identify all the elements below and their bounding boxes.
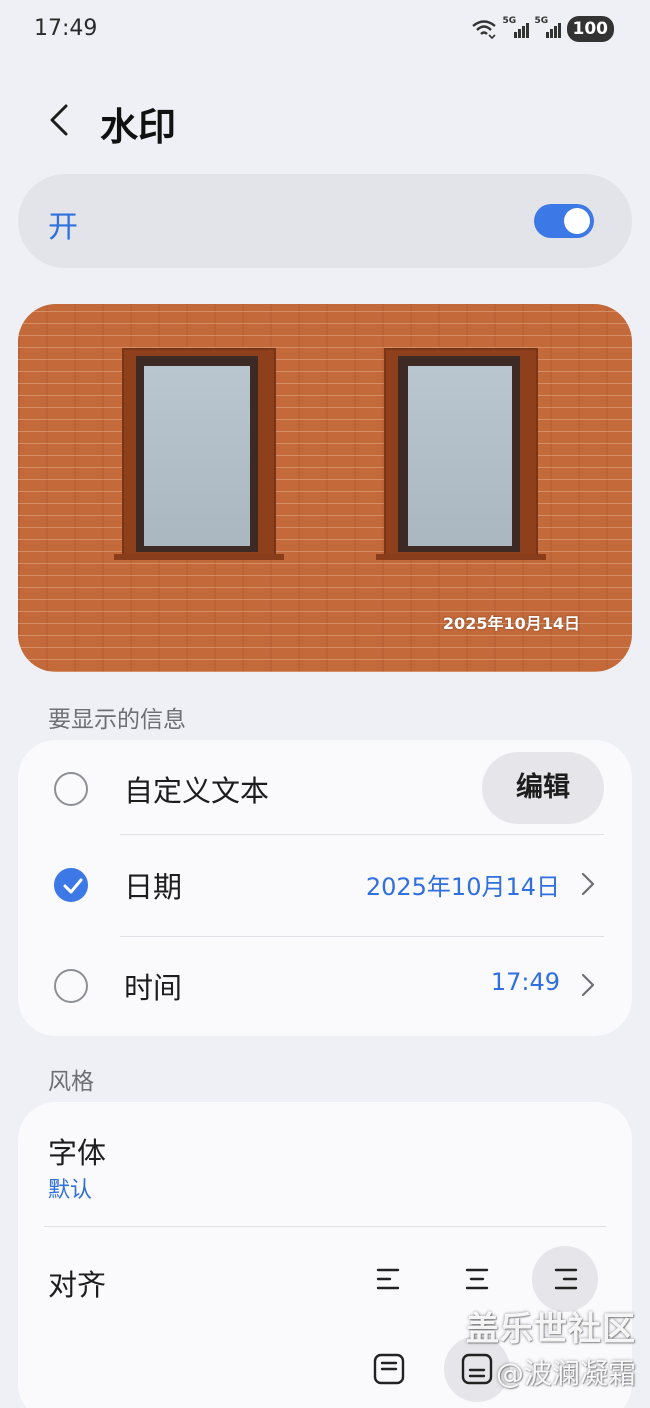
font-value: 默认 (48, 1178, 93, 1203)
window-left-glass (144, 366, 250, 546)
divider (44, 1226, 606, 1227)
style-section-title: 风格 (48, 1069, 94, 1095)
info-row-time[interactable]: 时间 17:49 (18, 937, 632, 1035)
back-button[interactable] (40, 98, 80, 142)
info-row-date[interactable]: 日期 2025年10月14日 (18, 836, 632, 934)
info-card: 自定义文本 编辑 日期 2025年10月14日 时间 17:49 (18, 740, 632, 1036)
chevron-right-icon (581, 973, 595, 997)
time-value: 17:49 (490, 968, 560, 996)
page-title: 水印 (100, 105, 177, 149)
chevron-left-icon (50, 104, 68, 136)
watermark-preview-image: 2025年10月14日 (18, 304, 632, 672)
window-right-sill (376, 554, 546, 560)
status-icons: 5G 5G 100 (471, 16, 614, 42)
author-watermark: @波澜凝霜 (495, 1357, 636, 1390)
right-align-icon (554, 1268, 578, 1290)
status-time: 17:49 (34, 16, 98, 41)
preview-watermark-text: 2025年10月14日 (442, 614, 580, 633)
toggle-label: 开 (48, 210, 78, 245)
info-row-custom-text[interactable]: 自定义文本 编辑 (18, 740, 632, 838)
center-align-icon (465, 1268, 489, 1290)
battery-indicator: 100 (566, 16, 614, 42)
signal-icon-2: 5G (535, 16, 561, 40)
date-value: 2025年10月14日 (365, 873, 560, 901)
toggle-knob (564, 208, 590, 234)
left-align-icon (376, 1268, 400, 1290)
header: 水印 (0, 90, 650, 150)
row-label: 自定义文本 (124, 774, 270, 808)
chevron-right-icon (581, 872, 595, 896)
edit-button[interactable]: 编辑 (482, 752, 604, 824)
font-title: 字体 (48, 1136, 107, 1170)
row-label: 时间 (124, 971, 183, 1005)
radio-custom-text[interactable] (54, 772, 88, 806)
bottom-position-icon (461, 1353, 493, 1385)
watermark-master-toggle[interactable]: 开 (18, 174, 632, 268)
font-setting[interactable]: 字体 默认 (18, 1102, 632, 1222)
window-right-glass (408, 366, 512, 546)
top-position-icon (373, 1353, 405, 1385)
window-left-sill (114, 554, 284, 560)
toggle-switch[interactable] (534, 204, 594, 238)
position-top-button[interactable] (356, 1336, 422, 1402)
signal-icon-1: 5G (503, 16, 529, 40)
divider (120, 834, 604, 835)
check-icon (63, 878, 83, 894)
status-bar: 17:49 5G 5G 100 (0, 0, 650, 60)
radio-time[interactable] (54, 969, 88, 1003)
align-left-button[interactable] (356, 1246, 422, 1312)
community-watermark: 盖乐世社区 (466, 1309, 636, 1348)
radio-date[interactable] (54, 868, 88, 902)
row-label: 日期 (124, 870, 183, 904)
info-section-title: 要显示的信息 (48, 707, 186, 733)
align-label: 对齐 (48, 1268, 107, 1302)
wifi-icon (471, 20, 496, 40)
